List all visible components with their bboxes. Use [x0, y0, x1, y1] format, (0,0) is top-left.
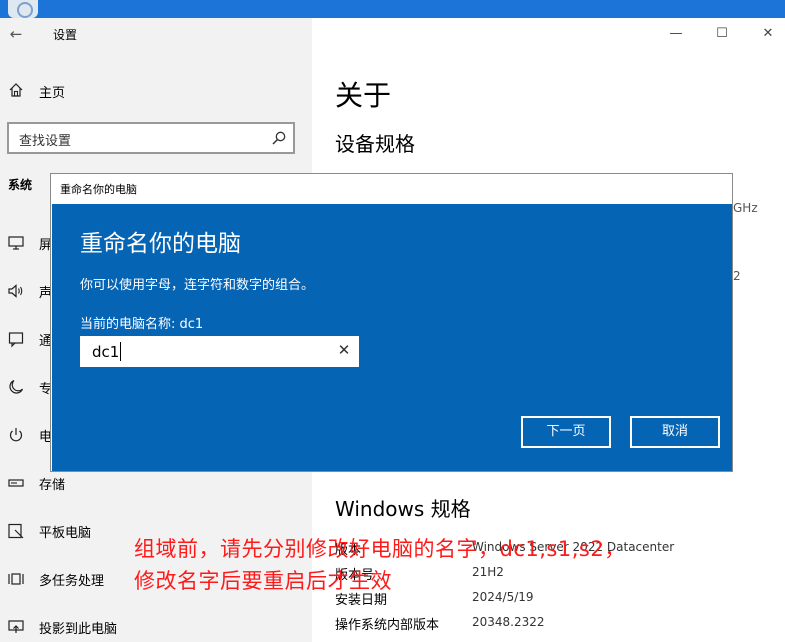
annotation-line-2: 修改名字后要重启后才生效 [134, 569, 392, 593]
close-icon[interactable]: ✕ [758, 24, 778, 44]
storage-icon [8, 479, 24, 487]
notification-icon [8, 332, 24, 348]
tablet-icon [8, 523, 24, 539]
spec-label: 操作系统内部版本 [335, 618, 440, 633]
desktop-background-strip [0, 0, 785, 18]
spec-value: 21H2 [472, 565, 504, 579]
sidebar-item-label: 投影到此电脑 [39, 622, 118, 637]
rename-dialog-window: 重命名你的电脑 重命名你的电脑 你可以使用字母，连字符和数字的组合。 当前的电脑… [50, 173, 733, 472]
speaker-icon [8, 284, 23, 298]
sidebar-item-home[interactable]: 主页 [8, 78, 298, 104]
spec-value: 20348.2322 [472, 615, 545, 629]
home-label: 主页 [39, 86, 66, 101]
monitor-icon [8, 236, 24, 250]
title-bar: ← 设置 — ☐ ✕ [0, 18, 785, 50]
multitask-icon [8, 573, 24, 585]
back-arrow-icon[interactable]: ← [6, 24, 26, 44]
sidebar-item-label: 存储 [39, 478, 66, 493]
minimize-icon[interactable]: — [666, 24, 686, 44]
annotation-line-1: 组域前，请先分别修改好电脑的名字，dc1,s1,s2， [134, 537, 626, 561]
sidebar-item-label: 多任务处理 [39, 574, 105, 589]
device-spec-title: 设备规格 [335, 132, 415, 156]
dialog-heading: 重命名你的电脑 [80, 231, 241, 257]
spec-value: 2024/5/19 [472, 590, 534, 604]
desktop-recycle-bin-icon[interactable] [8, 0, 38, 18]
app-title: 设置 [53, 28, 78, 42]
search-placeholder: 查找设置 [19, 134, 72, 149]
cancel-button[interactable]: 取消 [630, 416, 720, 448]
pc-name-input-value: dc1 [92, 343, 120, 361]
power-icon [9, 428, 23, 442]
pc-name-input[interactable]: dc1 ✕ [80, 336, 359, 367]
page-title: 关于 [335, 79, 392, 112]
sidebar-item-project[interactable]: 投影到此电脑 [0, 612, 312, 642]
next-button[interactable]: 下一页 [521, 416, 611, 448]
rename-dialog: 重命名你的电脑 你可以使用字母，连字符和数字的组合。 当前的电脑名称: dc1 … [52, 204, 732, 471]
dialog-window-title: 重命名你的电脑 [60, 183, 137, 196]
search-input[interactable]: 查找设置 [7, 122, 295, 154]
sidebar-item-label: 平板电脑 [39, 526, 92, 541]
device-spec-value-partial: GHz [733, 201, 758, 215]
clear-icon[interactable]: ✕ [337, 343, 351, 358]
windows-spec-title: Windows 规格 [335, 497, 471, 521]
sidebar-section-title: 系统 [8, 178, 33, 192]
maximize-icon[interactable]: ☐ [712, 24, 732, 44]
dialog-description: 你可以使用字母，连字符和数字的组合。 [80, 278, 315, 293]
home-icon [9, 83, 23, 97]
current-pc-name: 当前的电脑名称: dc1 [80, 317, 204, 332]
moon-icon [9, 379, 24, 394]
device-spec-value-partial: 2 [733, 269, 741, 283]
project-icon [8, 620, 24, 633]
sidebar-item-storage[interactable]: 存储 [0, 468, 312, 498]
search-icon[interactable] [271, 130, 287, 146]
text-caret [120, 342, 121, 361]
